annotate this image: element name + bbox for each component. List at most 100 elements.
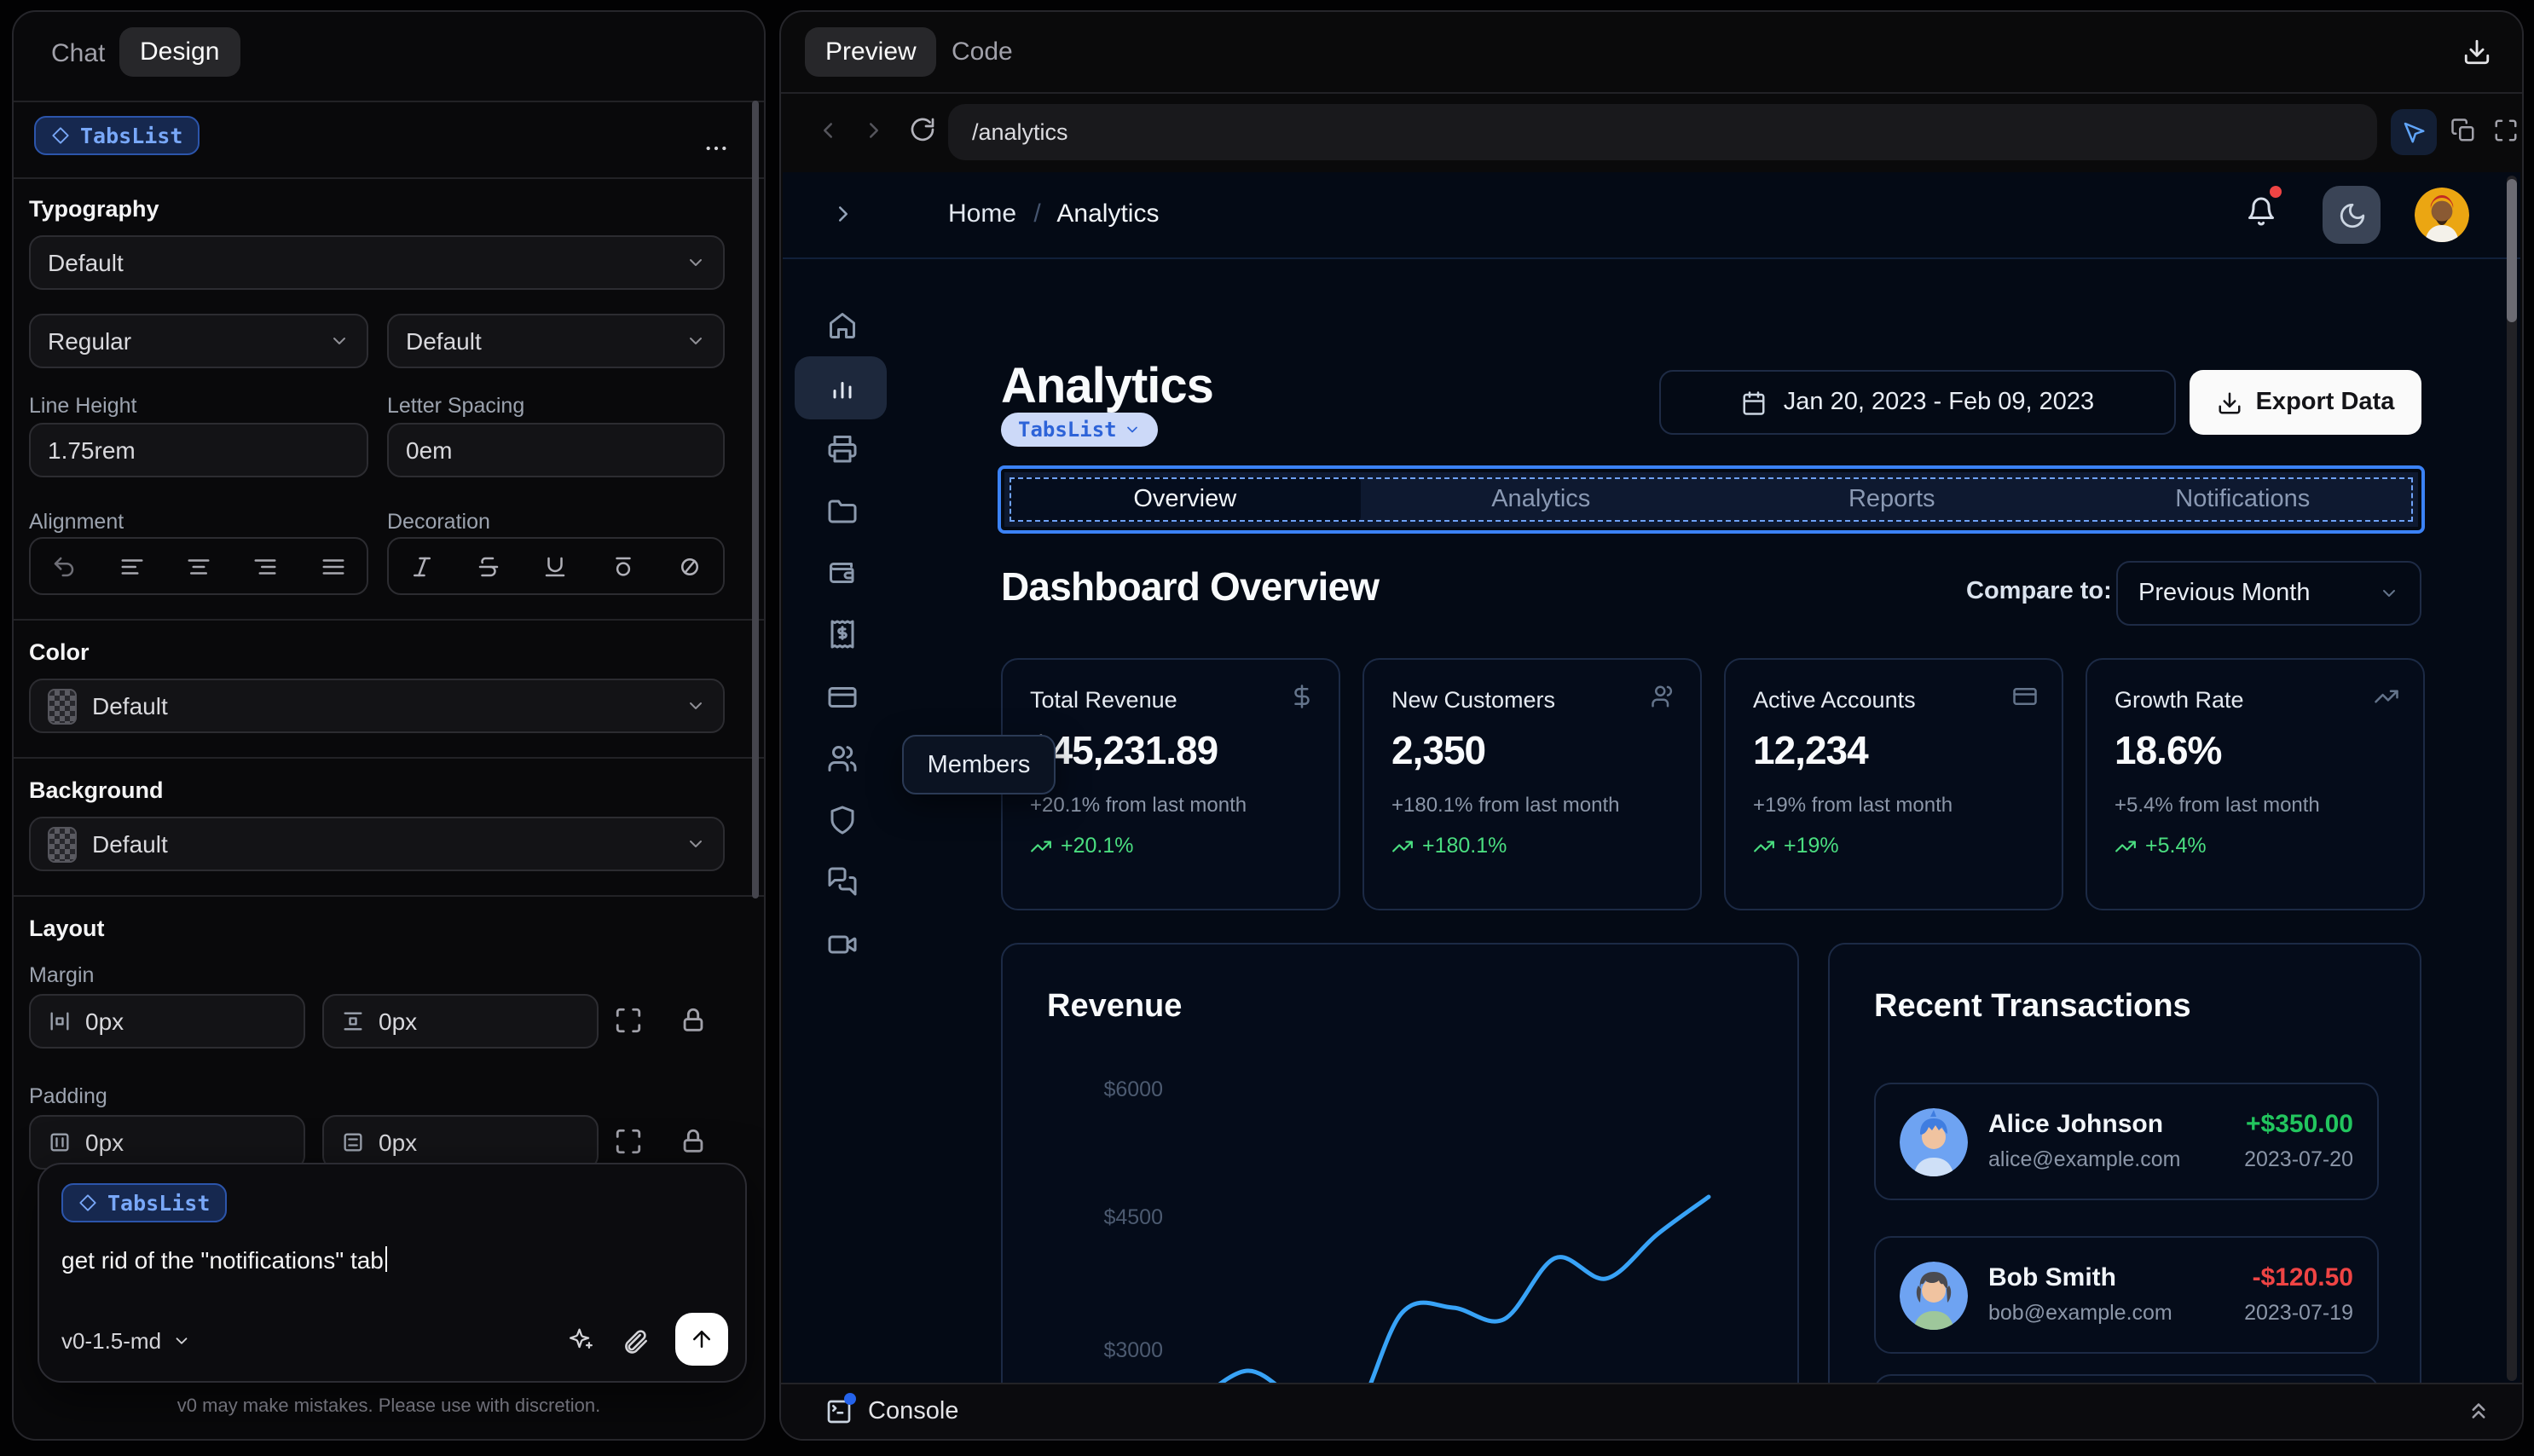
- tab-overview-label: Overview: [1133, 486, 1237, 513]
- chevrons-up-icon[interactable]: [2466, 1398, 2491, 1424]
- strikethrough-icon[interactable]: [477, 553, 502, 579]
- background-select[interactable]: Default: [29, 817, 725, 871]
- tabslist-selection-outline: Overview Analytics Reports Notifications: [998, 465, 2425, 534]
- composer-component-chip[interactable]: TabsList: [61, 1183, 228, 1222]
- forward-icon[interactable]: [861, 118, 887, 143]
- tab-chat[interactable]: Chat: [31, 29, 125, 78]
- ellipsis-icon[interactable]: [703, 135, 730, 162]
- inspect-pointer-button[interactable]: [2391, 109, 2437, 155]
- refresh-icon[interactable]: [909, 116, 936, 143]
- tab-code[interactable]: Code: [931, 27, 1033, 77]
- moon-icon: [2339, 202, 2364, 228]
- composer-message-input[interactable]: get rid of the "notifications" tab: [61, 1246, 388, 1274]
- overline-icon[interactable]: [610, 553, 635, 579]
- selected-component-chip[interactable]: TabsList: [34, 116, 200, 155]
- bar-chart-icon[interactable]: [827, 372, 858, 402]
- layout-section-label: Layout: [29, 916, 105, 941]
- copy-icon[interactable]: [2450, 118, 2476, 143]
- stat-trend: +20.1%: [1030, 834, 1134, 858]
- lock-icon[interactable]: [679, 1127, 708, 1156]
- tab-preview[interactable]: Preview: [805, 27, 937, 77]
- alignment-group: [29, 537, 368, 595]
- receipt-icon[interactable]: [827, 619, 858, 650]
- line-height-value: 1.75rem: [48, 436, 136, 464]
- stat-value: 18.6%: [2115, 728, 2222, 772]
- line-height-input[interactable]: 1.75rem: [29, 423, 368, 477]
- download-icon[interactable]: [2462, 38, 2491, 66]
- font-weight-select[interactable]: Regular: [29, 314, 368, 368]
- fullscreen-icon[interactable]: [2493, 118, 2519, 143]
- tab-notifications[interactable]: Notifications: [2068, 477, 2419, 522]
- italic-icon[interactable]: [409, 553, 435, 579]
- paperclip-icon[interactable]: [621, 1326, 650, 1355]
- chat-composer[interactable]: TabsList get rid of the "notifications" …: [38, 1163, 747, 1383]
- url-input[interactable]: /analytics: [948, 104, 2377, 160]
- design-panel-scrollbar[interactable]: [752, 101, 759, 898]
- notifications-button[interactable]: [2246, 186, 2282, 227]
- font-size-select[interactable]: Default: [387, 314, 725, 368]
- back-icon[interactable]: [815, 118, 841, 143]
- expand-icon[interactable]: [614, 1006, 643, 1035]
- tab-preview-label: Preview: [825, 38, 917, 66]
- users-icon[interactable]: [827, 743, 858, 774]
- undo-icon[interactable]: [51, 553, 77, 579]
- home-icon[interactable]: [827, 310, 858, 341]
- console-status-dot: [844, 1393, 856, 1405]
- preview-scrollbar-track[interactable]: [2507, 176, 2517, 1381]
- video-icon[interactable]: [827, 929, 858, 960]
- wallet-icon[interactable]: [827, 558, 858, 588]
- model-selector[interactable]: v0-1.5-md: [61, 1328, 190, 1354]
- tab-reports[interactable]: Reports: [1716, 477, 2068, 522]
- stat-trend: +5.4%: [2115, 834, 2207, 858]
- font-family-select[interactable]: Default: [29, 235, 725, 290]
- messages-icon[interactable]: [827, 866, 858, 897]
- tab-design[interactable]: Design: [119, 27, 240, 77]
- export-data-button[interactable]: Export Data: [2190, 370, 2421, 435]
- margin-x-input[interactable]: 0px: [29, 994, 305, 1049]
- send-button[interactable]: [675, 1313, 728, 1366]
- compare-value: Previous Month: [2138, 580, 2311, 607]
- tab-analytics[interactable]: Analytics: [1366, 477, 1717, 522]
- expand-icon[interactable]: [614, 1127, 643, 1156]
- shield-icon[interactable]: [827, 805, 858, 835]
- avatar-image: [2415, 188, 2469, 242]
- printer-icon[interactable]: [827, 433, 858, 464]
- margin-y-input[interactable]: 0px: [322, 994, 599, 1049]
- padding-x-input[interactable]: 0px: [29, 1115, 305, 1170]
- user-avatar[interactable]: [2415, 188, 2469, 242]
- compare-select[interactable]: Previous Month: [2116, 561, 2421, 626]
- breadcrumb-home[interactable]: Home: [948, 199, 1016, 228]
- background-section-label: Background: [29, 777, 164, 803]
- padding-x-value: 0px: [85, 1129, 124, 1156]
- tab-design-label: Design: [140, 38, 220, 66]
- clear-decoration-icon[interactable]: [677, 553, 703, 579]
- v0-builder-window: Chat Design TabsList Typography Default …: [0, 0, 2534, 1456]
- sidebar-toggle-icon[interactable]: [830, 201, 856, 227]
- section-title: Dashboard Overview: [1001, 564, 1380, 609]
- sidebar-tooltip-members: Members: [902, 735, 1056, 794]
- tab-overview[interactable]: Overview: [1010, 477, 1361, 522]
- diamond-icon: [79, 1194, 96, 1211]
- nav-tabs: Overview Analytics Reports Notifications: [1004, 472, 2418, 527]
- align-center-icon[interactable]: [186, 553, 211, 579]
- margin-x-value: 0px: [85, 1008, 124, 1035]
- underline-icon[interactable]: [543, 553, 569, 579]
- date-range-button[interactable]: Jan 20, 2023 - Feb 09, 2023: [1659, 370, 2176, 435]
- component-badge-label: TabsList: [1018, 418, 1117, 442]
- alignment-label: Alignment: [29, 510, 124, 534]
- theme-toggle-button[interactable]: [2323, 186, 2381, 244]
- stat-trend-value: +180.1%: [1422, 834, 1507, 858]
- align-right-icon[interactable]: [253, 553, 279, 579]
- folder-icon[interactable]: [827, 496, 858, 527]
- align-justify-icon[interactable]: [321, 553, 346, 579]
- sparkles-icon[interactable]: [566, 1325, 595, 1354]
- padding-y-input[interactable]: 0px: [322, 1115, 599, 1170]
- color-select[interactable]: Default: [29, 679, 725, 733]
- component-badge[interactable]: TabsList: [1001, 413, 1158, 447]
- preview-scrollbar-thumb[interactable]: [2507, 179, 2517, 322]
- align-left-icon[interactable]: [119, 553, 144, 579]
- credit-card-icon[interactable]: [827, 682, 858, 713]
- letter-spacing-input[interactable]: 0em: [387, 423, 725, 477]
- console-bar[interactable]: Console: [781, 1383, 2522, 1439]
- lock-icon[interactable]: [679, 1006, 708, 1035]
